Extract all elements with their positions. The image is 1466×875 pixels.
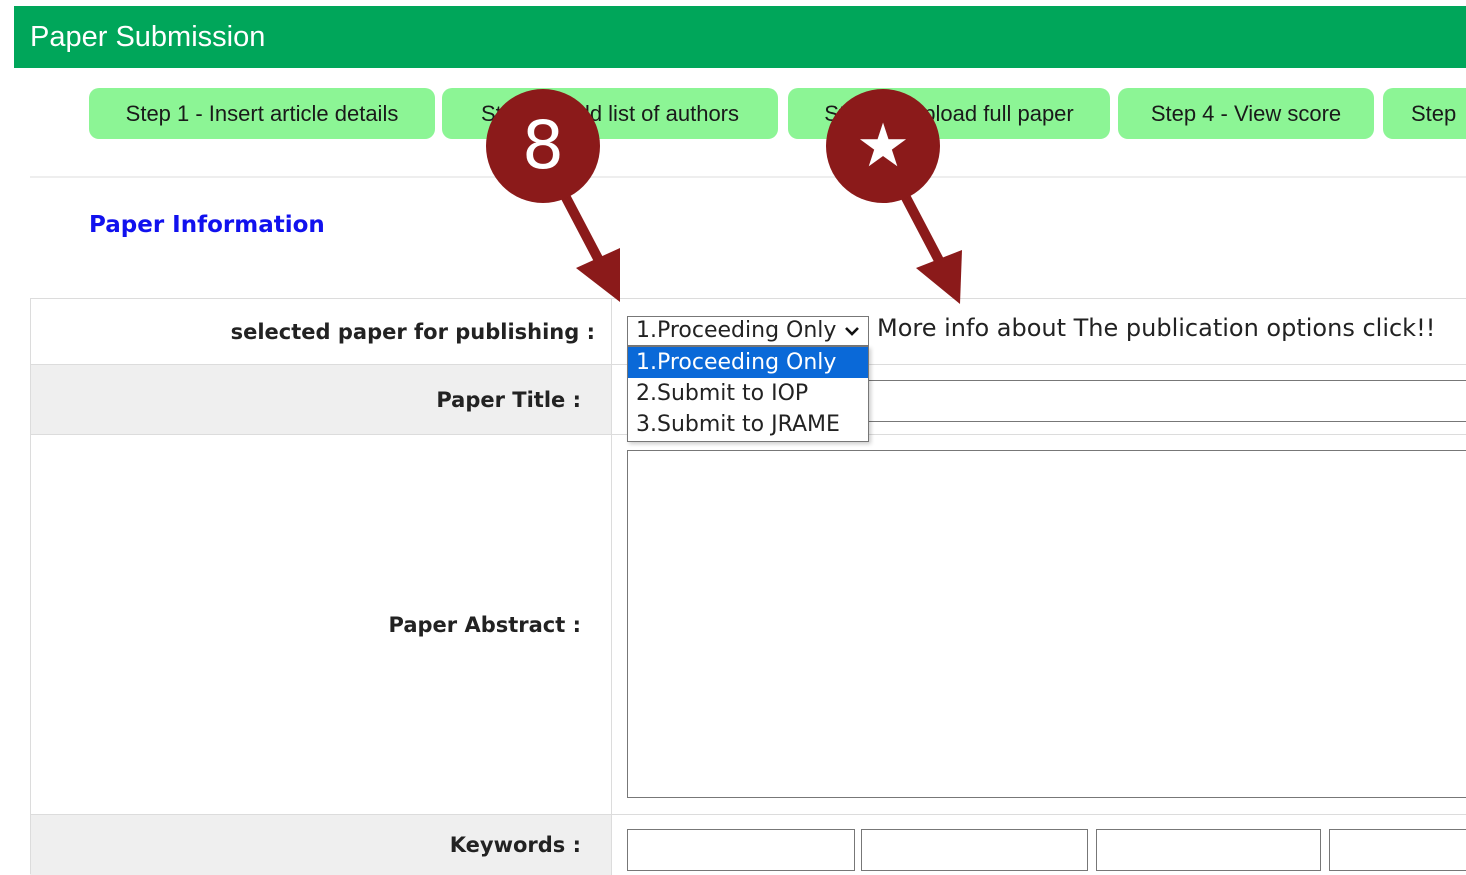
- annotation-arrows: [557, 187, 962, 304]
- arrow-8-shaft: [557, 187, 609, 273]
- annotation-badge-number: 8: [486, 89, 600, 203]
- arrow-star-shaft: [897, 187, 949, 273]
- star-icon: ★: [826, 89, 940, 203]
